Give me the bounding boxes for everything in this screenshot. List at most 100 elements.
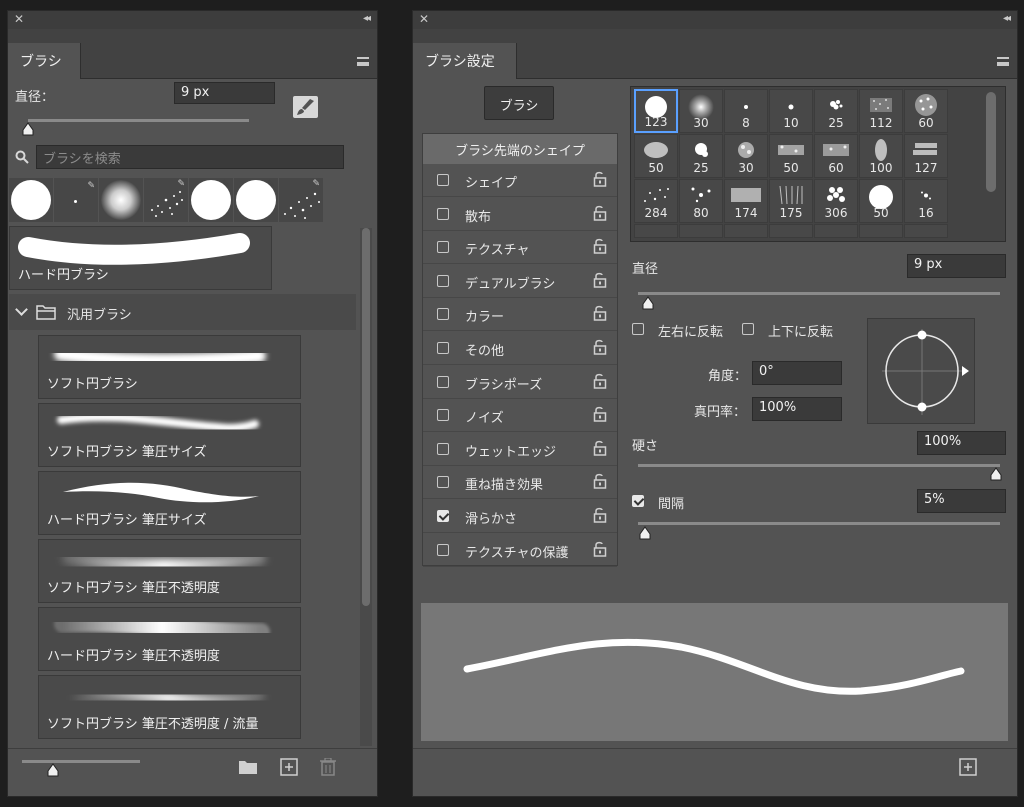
spacing-slider-thumb[interactable] [638,526,652,540]
brush-tip-preset[interactable] [814,224,858,238]
setting-checkbox[interactable] [437,308,449,321]
lock-icon[interactable] [593,473,607,493]
panel-menu-icon[interactable] [357,57,369,66]
brush-tip-preset[interactable]: 60 [814,134,858,178]
spacing-checkbox[interactable] [632,495,644,507]
lock-icon[interactable] [593,440,607,460]
brush-tip-preset[interactable] [634,224,678,238]
spacing-slider-track[interactable] [638,522,1000,525]
tip-shape-header[interactable]: ブラシ先端のシェイプ [423,134,617,164]
brush-tip-preset[interactable]: 8 [724,89,768,133]
recent-brush-6[interactable]: ✎ [234,178,278,222]
setting-row[interactable]: ノイズ [423,399,617,433]
brush-group-header[interactable]: 汎用ブラシ [9,294,356,330]
flip-y-checkbox[interactable] [742,323,754,335]
close-icon[interactable]: ✕ [419,12,429,26]
setting-checkbox[interactable] [437,174,449,186]
brush-tip-preset[interactable]: 10 [769,89,813,133]
diameter-field[interactable]: 9 px [907,254,1006,278]
diameter-slider-track[interactable] [638,292,1000,295]
lock-icon[interactable] [593,305,607,325]
brush-tip-preset[interactable] [769,224,813,238]
brush-tip-preset[interactable]: 100 [859,134,903,178]
setting-row[interactable]: 滑らかさ [423,500,617,533]
tip-grid-scrollbar-thumb[interactable] [986,92,996,192]
brush-tip-preset[interactable]: 30 [724,134,768,178]
roundness-field[interactable]: 100% [752,397,842,421]
hardness-field[interactable]: 100% [917,431,1006,455]
chevron-down-icon[interactable] [15,303,28,316]
collapse-icon[interactable]: ◂◂ [363,13,371,24]
lock-icon[interactable] [593,507,607,527]
setting-row[interactable]: その他 [423,332,617,365]
brush-tip-preset[interactable]: 25 [679,134,723,178]
recent-brush-4[interactable]: ✎ [144,178,188,222]
brush-tip-preset[interactable] [679,224,723,238]
brush-tip-preset[interactable]: 50 [859,179,903,223]
brush-preset-3[interactable]: ハード円ブラシ 筆圧サイズ [38,471,301,535]
brush-search-input[interactable]: ブラシを検索 [36,145,344,169]
setting-checkbox[interactable] [437,375,449,388]
brush-tip-preset[interactable] [904,224,948,238]
angle-field[interactable]: 0° [752,361,842,385]
brush-preset-5[interactable]: ハード円ブラシ 筆圧不透明度 [38,607,301,671]
brush-tip-preset[interactable]: 127 [904,134,948,178]
brush-tip-preset[interactable] [859,224,903,238]
brush-tip-preset[interactable]: 306 [814,179,858,223]
trash-icon[interactable] [320,757,336,780]
brush-tip-preset[interactable]: 16 [904,179,948,223]
setting-row[interactable]: シェイプ [423,164,617,197]
lock-icon[interactable] [593,541,607,561]
brush-tip-preset[interactable]: 123 [634,89,678,133]
preview-size-slider-thumb[interactable] [46,763,60,777]
setting-row[interactable]: 散布 [423,198,617,231]
brush-tip-preset[interactable]: 50 [634,134,678,178]
setting-checkbox[interactable] [437,442,449,455]
recent-brush-2[interactable]: ✎ [54,178,98,222]
brush-tip-preset[interactable] [724,224,768,238]
brush-tip-preset[interactable]: 50 [769,134,813,178]
diameter-slider-thumb[interactable] [21,122,35,136]
new-brush-icon[interactable] [280,758,298,780]
brush-tip-preset[interactable]: 284 [634,179,678,223]
setting-checkbox[interactable] [437,241,449,254]
lock-icon[interactable] [593,373,607,393]
brush-list-scrollbar[interactable] [360,228,372,746]
setting-row[interactable]: テクスチャ [423,231,617,265]
close-icon[interactable]: ✕ [14,12,24,26]
brush-tool-icon[interactable] [293,96,318,118]
new-brush-icon[interactable] [959,758,977,780]
recent-brush-7[interactable]: ✎ [279,178,323,222]
diameter-input[interactable]: 9 px [174,82,275,104]
setting-row[interactable]: ブラシポーズ [423,366,617,399]
brush-preset-6[interactable]: ソフト円ブラシ 筆圧不透明度 / 流量 [38,675,301,739]
preview-size-slider-track[interactable] [22,760,140,763]
setting-checkbox[interactable] [437,543,449,556]
lock-icon[interactable] [593,406,607,426]
brush-tip-preset[interactable]: 25 [814,89,858,133]
collapse-icon[interactable]: ◂◂ [1003,13,1011,24]
setting-row[interactable]: カラー [423,298,617,332]
brush-tip-preset[interactable]: 60 [904,89,948,133]
setting-checkbox[interactable] [437,510,449,522]
lock-icon[interactable] [593,238,607,258]
flip-x-checkbox[interactable] [632,323,644,335]
lock-icon[interactable] [593,171,607,191]
setting-checkbox[interactable] [437,207,449,220]
brush-tip-preset[interactable]: 174 [724,179,768,223]
lock-icon[interactable] [593,339,607,359]
diameter-slider-thumb[interactable] [641,296,655,310]
brush-preset-2[interactable]: ソフト円ブラシ 筆圧サイズ [38,403,301,467]
hardness-slider-thumb[interactable] [989,467,1003,481]
brush-tip-preset[interactable]: 30 [679,89,723,133]
brush-preset-4[interactable]: ソフト円ブラシ 筆圧不透明度 [38,539,301,603]
setting-checkbox[interactable] [437,342,449,354]
recent-brush-5[interactable]: ✎ [189,178,233,222]
setting-checkbox[interactable] [437,409,449,422]
tab-brushes[interactable]: ブラシ [8,43,81,79]
brush-presets-button[interactable]: ブラシ [484,86,554,120]
new-group-folder-icon[interactable] [238,759,258,779]
lock-icon[interactable] [593,205,607,225]
lock-icon[interactable] [593,272,607,292]
spacing-field[interactable]: 5% [917,489,1006,513]
